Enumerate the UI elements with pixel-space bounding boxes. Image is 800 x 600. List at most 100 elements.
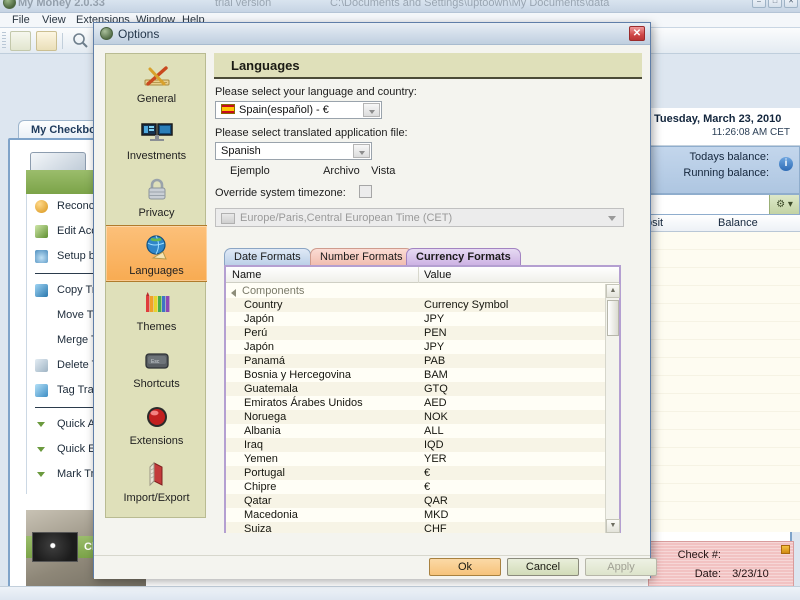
tools-icon [140,60,174,92]
cell-name: Country [244,299,283,311]
table-row[interactable]: Macedonia MKD [226,508,607,522]
table-row[interactable]: Japón JPY [226,340,607,354]
table-row[interactable]: Guatemala GTQ [226,382,607,396]
close-button[interactable]: ✕ [784,0,798,8]
cell-value: € [424,467,431,479]
cell-value: JPY [424,313,445,325]
tab-currency-formats[interactable]: Currency Formats [406,248,521,265]
transaction-search-input[interactable]: ⚙ ▾ [640,194,800,215]
minimize-button[interactable]: – [752,0,766,8]
sidebar-item-extensions[interactable]: Extensions [106,396,207,453]
table-row[interactable]: Panamá PAB [226,354,607,368]
table-header-row: Name Value [226,267,619,283]
table-row[interactable]: Bosnia y Hercegovina BAM [226,368,607,382]
spain-flag-icon [221,104,235,114]
link-vista[interactable]: Vista [371,165,395,177]
menu-view[interactable]: View [38,14,70,26]
table-row[interactable]: Qatar QAR [226,494,607,508]
cancel-button[interactable]: Cancel [507,558,579,576]
table-row[interactable]: Components [226,284,607,298]
sidebar-item-investments[interactable]: Investments [106,111,207,168]
menu-file[interactable]: File [8,14,34,26]
link-ejemplo[interactable]: Ejemplo [230,165,320,177]
column-header-value[interactable]: Value [424,269,451,281]
table-row[interactable]: Suiza CHF [226,522,607,533]
cell-value: BAM [424,369,448,381]
copy-icon [35,284,48,297]
dialog-footer: Ok Cancel Apply [94,555,657,579]
chevron-down-icon [608,216,616,221]
chart-icon[interactable] [36,31,57,51]
report-icon[interactable] [10,31,31,51]
sidebar-item-import-export[interactable]: Import/Export [106,453,207,510]
check-date-row: Date: 3/23/10 [649,561,793,580]
cell-name: Chipre [244,481,277,493]
table-row[interactable]: Country Currency Symbol [226,298,607,312]
sidebar-item-general[interactable]: General [106,54,207,111]
sidebar-item-label: Privacy [138,207,175,219]
maximize-button[interactable]: □ [768,0,782,8]
lock-icon [140,174,174,206]
transaction-grid-body[interactable] [640,232,800,532]
search-icon[interactable] [70,31,91,51]
cell-name: Japón [244,341,274,353]
cell-value: NOK [424,411,448,423]
table-row[interactable]: Perú PEN [226,326,607,340]
table-row[interactable]: Portugal € [226,466,607,480]
sidebar-item-label: General [136,93,177,105]
camera-icon [32,532,78,562]
ok-button[interactable]: Ok [429,558,501,576]
application-statusbar [0,586,800,600]
table-row[interactable]: Yemen YER [226,452,607,466]
table-row[interactable]: Japón JPY [226,312,607,326]
format-tabs: Date Formats Number Formats Currency For… [224,248,624,265]
scroll-up-button[interactable]: ▲ [606,284,620,298]
cell-name: Guatemala [244,383,298,395]
expander-triangle-icon[interactable] [231,289,236,297]
application-title: My Money 2.0.33 [18,0,105,9]
table-vertical-scrollbar[interactable]: ▲ ▼ [605,284,620,533]
tab-number-formats[interactable]: Number Formats [310,248,413,265]
table-rows[interactable]: Components Country Currency Symbol Japón… [226,284,607,533]
translated-file-select[interactable]: Spanish [215,142,372,160]
options-content: Languages Please select your language an… [214,53,642,533]
books-icon [140,459,174,491]
sidebar-item-themes[interactable]: Themes [106,282,207,339]
table-row[interactable]: Noruega NOK [226,410,607,424]
chevron-down-icon [37,422,45,427]
sidebar-item-shortcuts[interactable]: Esc Shortcuts [106,339,207,396]
window-controls: – □ ✕ [752,0,798,8]
language-country-label: Please select your language and country: [215,86,417,98]
chevron-down-icon[interactable] [363,103,380,117]
tab-date-formats[interactable]: Date Formats [224,248,311,265]
link-archivo[interactable]: Archivo [323,165,368,177]
cell-value: Currency Symbol [424,299,509,311]
dialog-close-button[interactable]: ✕ [629,26,645,41]
chevron-down-icon[interactable] [353,144,370,158]
language-country-select[interactable]: Spain(español) - € [215,101,382,119]
note-flag-icon[interactable] [781,545,790,554]
table-row[interactable]: Albania ALL [226,424,607,438]
toolbar-separator [62,33,63,49]
scroll-thumb[interactable] [607,300,619,336]
table-row[interactable]: Iraq IQD [226,438,607,452]
sidebar-item-privacy[interactable]: Privacy [106,168,207,225]
gear-icon[interactable]: ⚙ ▾ [769,195,799,214]
todays-balance-label: Todays balance: [689,151,770,163]
check-date-value[interactable]: 3/23/10 [724,568,769,580]
apply-button[interactable]: Apply [585,558,657,576]
sidebar-item-languages[interactable]: Languages [106,225,207,282]
override-timezone-row: Override system timezone: [215,185,372,199]
table-row[interactable]: Chipre € [226,480,607,494]
scroll-down-button[interactable]: ▼ [606,519,620,533]
table-row[interactable]: Emiratos Árabes Unidos AED [226,396,607,410]
column-divider[interactable] [418,267,419,283]
toolbar-grip[interactable] [2,32,6,50]
cell-value: IQD [424,439,444,451]
info-icon[interactable]: i [779,157,793,171]
override-timezone-checkbox[interactable] [358,185,372,198]
date-panel: Tuesday, March 23, 2010 11:26:08 AM CET [646,108,800,146]
check-number-label: Check #: [677,549,721,561]
sidebar-item-label: Extensions [129,435,184,447]
column-header-name[interactable]: Name [232,269,261,281]
